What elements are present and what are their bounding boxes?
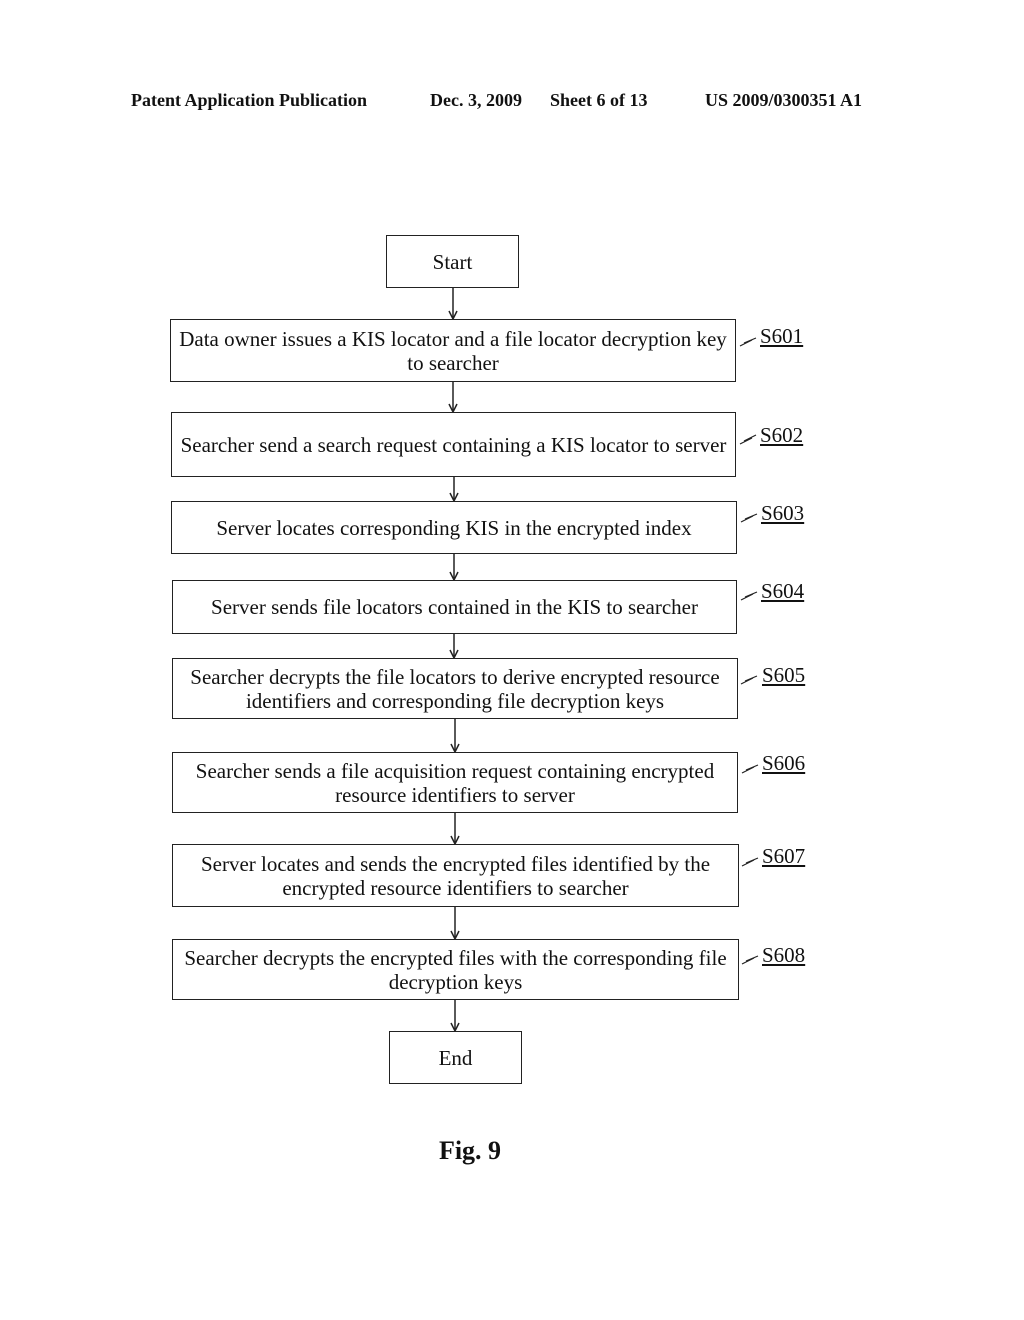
step-ref-s607: S607 [762, 844, 806, 868]
step-ref-s605: S605 [762, 663, 806, 687]
start-terminal: Start [386, 235, 519, 288]
leader-squiggle-s605 [740, 675, 758, 685]
step-box-s608: Searcher decrypts the encrypted files wi… [172, 939, 739, 1000]
end-terminal: End [389, 1031, 522, 1084]
leader-squiggle-s604 [740, 591, 758, 601]
step-ref-s604: S604 [761, 579, 805, 603]
step-box-s605: Searcher decrypts the file locators to d… [172, 658, 738, 719]
step-ref-s603: S603 [761, 501, 805, 525]
leader-squiggle-s602 [739, 434, 757, 445]
step-box-s601: Data owner issues a KIS locator and a fi… [170, 319, 736, 382]
step-ref-s602: S602 [760, 423, 804, 447]
leader-squiggle-s606 [741, 764, 759, 774]
leader-squiggle-s608 [741, 955, 759, 965]
leader-squiggle-s607 [741, 857, 759, 867]
step-ref-s601: S601 [760, 324, 804, 348]
step-box-s606: Searcher sends a file acquisition reques… [172, 752, 738, 813]
step-box-s604: Server sends file locators contained in … [172, 580, 737, 634]
step-box-s602: Searcher send a search request containin… [171, 412, 736, 477]
step-box-s607: Server locates and sends the encrypted f… [172, 844, 739, 907]
step-ref-s608: S608 [762, 943, 806, 967]
leader-squiggle-s603 [740, 513, 758, 523]
step-box-s603: Server locates corresponding KIS in the … [171, 501, 737, 554]
figure-caption: Fig. 9 [438, 1136, 502, 1165]
leader-squiggle-s601 [739, 337, 757, 347]
step-ref-s606: S606 [762, 751, 806, 775]
